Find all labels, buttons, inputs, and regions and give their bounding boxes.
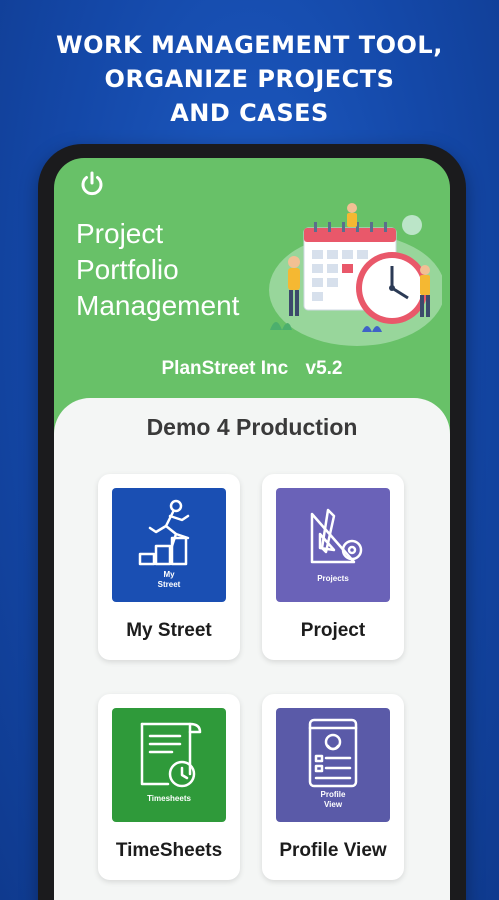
- my-street-card[interactable]: My Street My Street: [98, 474, 240, 660]
- profile-view-card[interactable]: Profile View Profile View: [262, 694, 404, 880]
- app-version: v5.2: [305, 358, 343, 379]
- drafting-tools-icon: [310, 508, 363, 564]
- my-street-tile: My Street: [112, 488, 226, 602]
- app-title: Project Portfolio Management: [76, 216, 276, 324]
- profile-view-label: Profile View: [279, 840, 387, 861]
- timesheets-tile-caption: Timesheets: [147, 794, 191, 803]
- app-title-line-3: Management: [76, 290, 240, 321]
- promo-headline: WORK MANAGEMENT TOOL, ORGANIZE PROJECTS …: [0, 28, 499, 130]
- calendar-clock-illustration: [262, 200, 445, 350]
- profile-view-tile: Profile View: [276, 708, 390, 822]
- app-title-line-1: Project: [76, 218, 164, 249]
- timesheets-card[interactable]: Timesheets TimeSheets: [98, 694, 240, 880]
- app-title-line-2: Portfolio: [76, 254, 179, 285]
- timesheets-label: TimeSheets: [115, 840, 223, 861]
- project-label: Project: [300, 620, 366, 641]
- promo-line-2: ORGANIZE PROJECTS: [104, 65, 395, 93]
- project-card[interactable]: Projects Project: [262, 474, 404, 660]
- organization-name: PlanStreet Inc: [161, 358, 289, 379]
- dashboard-panel: Demo 4 Production My Street My Street Pr…: [54, 398, 450, 900]
- promo-line-3: AND CASES: [170, 99, 329, 127]
- timesheet-clock-icon: [140, 722, 202, 788]
- my-street-tile-caption: My Street: [157, 570, 181, 589]
- promo-line-1: WORK MANAGEMENT TOOL,: [56, 31, 443, 59]
- power-icon[interactable]: [78, 170, 106, 198]
- project-tile-caption: Projects: [317, 574, 349, 583]
- app-screen: Project Portfolio Management PlanStreet …: [54, 158, 450, 900]
- profile-view-tile-caption: Profile View: [320, 790, 346, 809]
- project-tile: Projects: [276, 488, 390, 602]
- timesheets-tile: Timesheets: [112, 708, 226, 822]
- my-street-label: My Street: [126, 620, 212, 641]
- organization-version: PlanStreet Inc v5.2: [54, 358, 450, 380]
- environment-title: Demo 4 Production: [146, 414, 358, 440]
